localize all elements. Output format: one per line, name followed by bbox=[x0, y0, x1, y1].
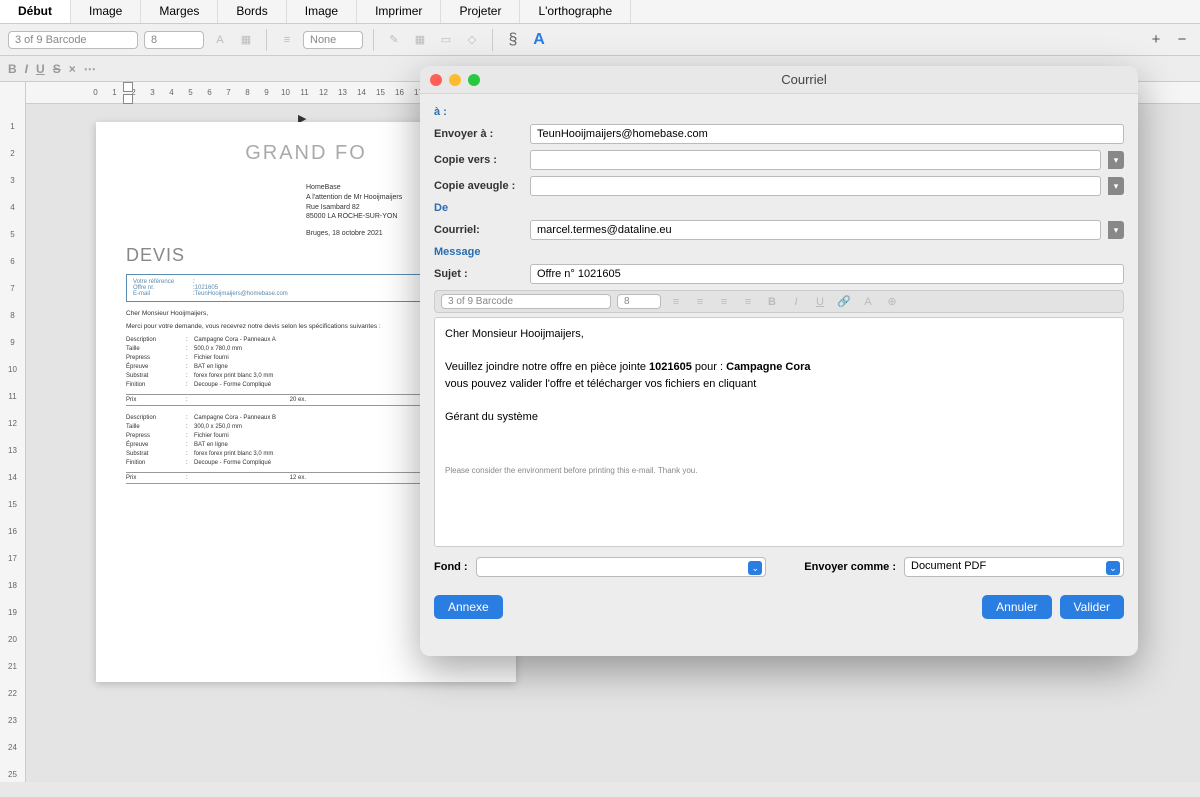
body-footer: Please consider the environment before p… bbox=[445, 465, 1113, 477]
table-icon[interactable]: ▦ bbox=[410, 30, 430, 50]
section-to: à : bbox=[434, 106, 1124, 118]
shape-icon[interactable]: ◇ bbox=[462, 30, 482, 50]
image-icon[interactable]: ▭ bbox=[436, 30, 456, 50]
size-select[interactable]: 8 bbox=[144, 31, 204, 49]
ok-button[interactable]: Valider bbox=[1060, 595, 1124, 619]
input-bcc[interactable] bbox=[530, 176, 1101, 196]
body-line2: vous pouvez valider l'offre et télécharg… bbox=[445, 376, 1113, 393]
text-style-icon[interactable]: A bbox=[529, 30, 549, 50]
menu-début[interactable]: Début bbox=[0, 0, 71, 23]
zoom-out-icon[interactable]: − bbox=[1172, 30, 1192, 50]
label-bcc: Copie aveugle : bbox=[434, 180, 522, 192]
underline-icon[interactable]: U bbox=[36, 62, 45, 76]
section-message: Message bbox=[434, 246, 1124, 258]
label-fond: Fond : bbox=[434, 561, 468, 573]
align-justify-icon[interactable]: ≡ bbox=[739, 296, 757, 308]
align-right-icon[interactable]: ≡ bbox=[715, 296, 733, 308]
label-send-to: Envoyer à : bbox=[434, 128, 522, 140]
section-icon[interactable]: § bbox=[503, 30, 523, 50]
menu-bords[interactable]: Bords bbox=[218, 0, 286, 23]
zoom-in-icon[interactable]: + bbox=[1146, 30, 1166, 50]
menu-bar: DébutImageMargesBordsImageImprimerProjet… bbox=[0, 0, 1200, 24]
minimize-icon[interactable] bbox=[449, 74, 461, 86]
bcc-dropdown-icon[interactable]: ▾ bbox=[1108, 177, 1124, 195]
sendas-select[interactable]: Document PDF⌄ bbox=[904, 557, 1124, 577]
msg-link-icon[interactable]: 🔗 bbox=[835, 295, 853, 308]
align-left-icon[interactable]: ≡ bbox=[667, 296, 685, 308]
msg-color-icon[interactable]: A bbox=[859, 296, 877, 308]
menu-l'orthographe[interactable]: L'orthographe bbox=[520, 0, 631, 23]
close-icon[interactable] bbox=[430, 74, 442, 86]
input-from[interactable] bbox=[530, 220, 1101, 240]
msg-italic-icon[interactable]: I bbox=[787, 296, 805, 308]
highlight-icon[interactable]: ▦ bbox=[236, 30, 256, 50]
clear-icon[interactable]: × bbox=[69, 62, 76, 76]
bold-icon[interactable]: B bbox=[8, 62, 17, 76]
menu-marges[interactable]: Marges bbox=[141, 0, 218, 23]
email-dialog: Courriel à : Envoyer à : Copie vers : ▾ … bbox=[420, 66, 1138, 656]
ruler-marker-top[interactable] bbox=[123, 82, 133, 92]
label-sendas: Envoyer comme : bbox=[804, 561, 896, 573]
label-from: Courriel: bbox=[434, 224, 522, 236]
zoom-icon[interactable] bbox=[468, 74, 480, 86]
menu-image[interactable]: Image bbox=[287, 0, 357, 23]
input-subject[interactable] bbox=[530, 264, 1124, 284]
font-select[interactable]: 3 of 9 Barcode bbox=[8, 31, 138, 49]
message-body[interactable]: Cher Monsieur Hooijmaijers, Veuillez joi… bbox=[434, 317, 1124, 547]
input-cc[interactable] bbox=[530, 150, 1101, 170]
msg-underline-icon[interactable]: U bbox=[811, 296, 829, 308]
menu-image[interactable]: Image bbox=[71, 0, 141, 23]
style-select[interactable]: None bbox=[303, 31, 363, 49]
label-subject: Sujet : bbox=[434, 268, 522, 280]
section-from: De bbox=[434, 202, 1124, 214]
align-center-icon[interactable]: ≡ bbox=[691, 296, 709, 308]
toolbar: 3 of 9 Barcode 8 A ▦ ≡ None ✎ ▦ ▭ ◇ § A … bbox=[0, 24, 1200, 56]
chevron-down-icon: ⌄ bbox=[1106, 561, 1120, 575]
label-cc: Copie vers : bbox=[434, 154, 522, 166]
message-toolbar: 3 of 9 Barcode 8 ≡ ≡ ≡ ≡ B I U 🔗 A ⊕ bbox=[434, 290, 1124, 313]
ruler-marker-bottom[interactable] bbox=[123, 94, 133, 104]
msg-globe-icon[interactable]: ⊕ bbox=[883, 295, 901, 308]
dialog-titlebar[interactable]: Courriel bbox=[420, 66, 1138, 94]
menu-imprimer[interactable]: Imprimer bbox=[357, 0, 441, 23]
body-greet: Cher Monsieur Hooijmaijers, bbox=[445, 326, 1113, 343]
fond-select[interactable]: ⌄ bbox=[476, 557, 767, 577]
dialog-title: Courriel bbox=[480, 72, 1128, 87]
body-line1: Veuillez joindre notre offre en pièce jo… bbox=[445, 359, 1113, 376]
cc-dropdown-icon[interactable]: ▾ bbox=[1108, 151, 1124, 169]
msg-bold-icon[interactable]: B bbox=[763, 296, 781, 308]
from-dropdown-icon[interactable]: ▾ bbox=[1108, 221, 1124, 239]
menu-projeter[interactable]: Projeter bbox=[441, 0, 520, 23]
msg-font-select[interactable]: 3 of 9 Barcode bbox=[441, 294, 611, 309]
input-send-to[interactable] bbox=[530, 124, 1124, 144]
color-icon[interactable]: A bbox=[210, 30, 230, 50]
edit-icon[interactable]: ✎ bbox=[384, 30, 404, 50]
vertical-ruler: 1234567891011121314151617181920212223242… bbox=[0, 82, 26, 782]
more-icon[interactable]: ⋯ bbox=[84, 62, 96, 76]
cancel-button[interactable]: Annuler bbox=[982, 595, 1051, 619]
strike-icon[interactable]: S bbox=[53, 62, 61, 76]
msg-size-select[interactable]: 8 bbox=[617, 294, 661, 309]
body-sign: Gérant du système bbox=[445, 409, 1113, 426]
italic-icon[interactable]: I bbox=[25, 62, 28, 76]
annex-button[interactable]: Annexe bbox=[434, 595, 503, 619]
chevron-down-icon: ⌄ bbox=[748, 561, 762, 575]
list-icon[interactable]: ≡ bbox=[277, 30, 297, 50]
